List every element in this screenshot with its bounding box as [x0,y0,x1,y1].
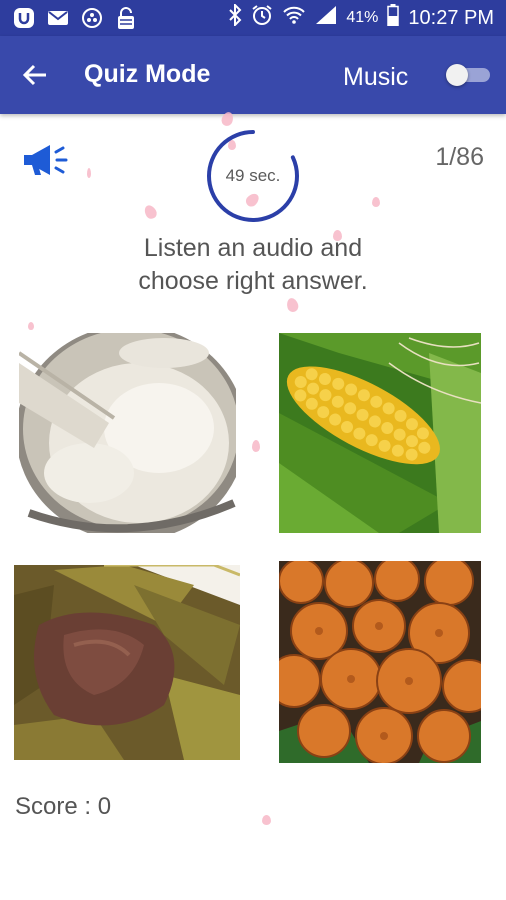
timer-text: 49 sec. [225,166,281,185]
petal-decoration [28,322,34,330]
petal-decoration [372,197,380,207]
toggle-thumb [446,64,468,86]
petal-decoration [285,296,300,314]
u-app-icon [12,6,36,30]
petal-decoration [262,815,271,825]
score-text: Score : 0 [15,793,112,820]
wrapped-meat-leaves-photo [14,565,240,760]
clock-time: 10:27 PM [408,6,494,29]
signal-icon [315,5,337,31]
mail-icon [46,6,70,30]
alarm-icon [251,4,273,32]
answer-option-4[interactable] [279,561,481,763]
instruction-text: Listen an audio and choose right answer. [0,232,506,298]
answer-option-1[interactable] [19,333,236,533]
music-label: Music [343,63,409,91]
bluetooth-icon [228,2,242,32]
back-button[interactable] [18,58,52,92]
play-audio-button[interactable] [22,142,70,178]
petal-decoration [87,168,91,178]
answer-option-2[interactable] [279,333,481,533]
lock-icon [114,6,138,30]
battery-icon [387,4,400,32]
palm-fruit-photo [279,561,481,763]
battery-percent: 41% [346,9,379,26]
arrow-back-icon [22,64,46,86]
petal-decoration [142,203,159,221]
petal-decoration [252,440,260,452]
corn-cob-photo [279,333,481,533]
circle-app-icon [80,6,104,30]
music-toggle[interactable] [446,64,492,86]
question-progress: 1/86 [435,143,484,171]
instruction-line: Listen an audio and [143,234,363,262]
megaphone-icon [24,145,68,175]
page-title: Quiz Mode [84,60,211,88]
countdown-timer: 49 sec. [205,128,301,224]
instruction-line: choose right answer. [138,267,368,295]
wifi-icon [282,5,306,31]
status-bar: 41% 10:27 PM [0,0,506,36]
app-bar: Quiz Mode Music [0,36,506,114]
pounded-yam-photo [19,333,236,533]
answer-option-3[interactable] [14,565,240,760]
